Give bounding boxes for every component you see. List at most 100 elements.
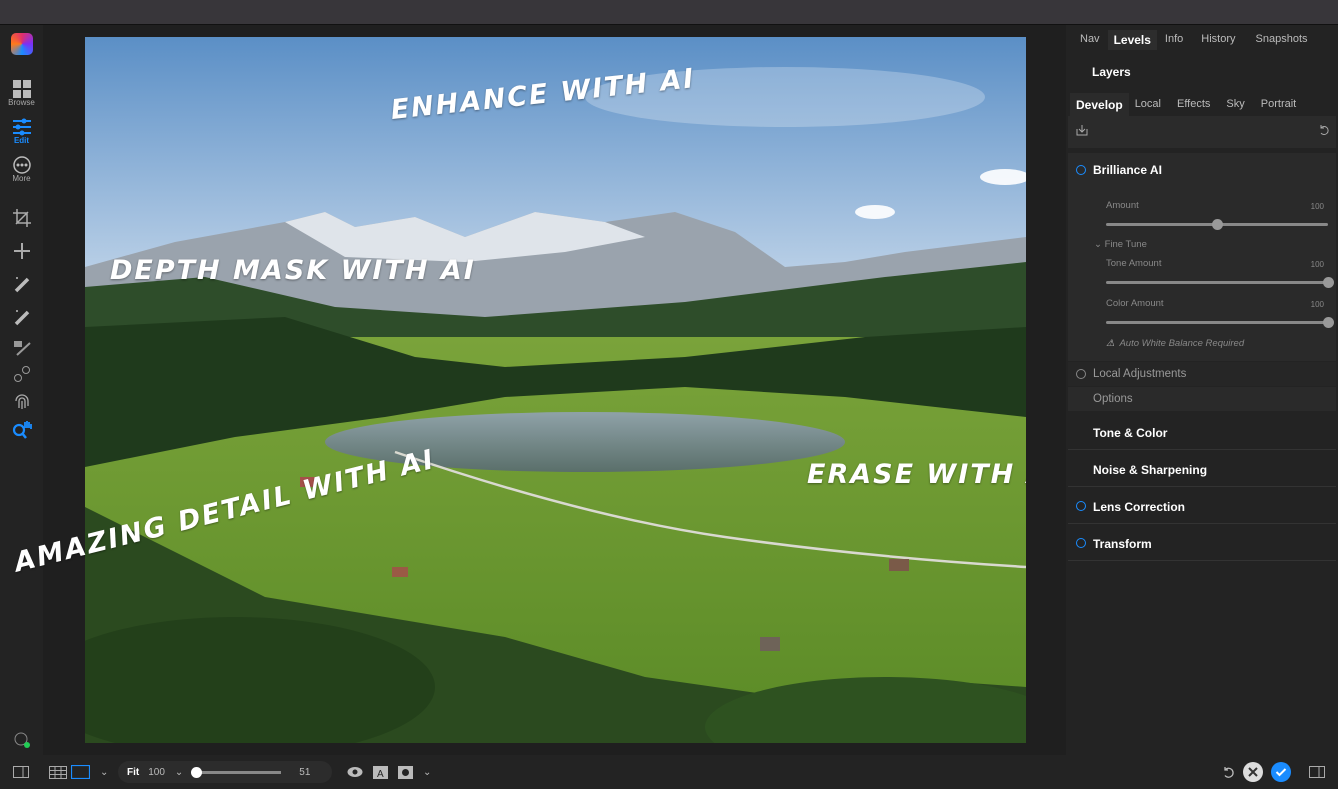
compare-a-icon[interactable]: A: [373, 765, 388, 779]
local-adjustments-row[interactable]: Local Adjustments: [1068, 362, 1336, 386]
apply-button[interactable]: [1271, 762, 1291, 782]
zoom-level[interactable]: 100: [148, 767, 165, 778]
view-dropdown-chevron-icon[interactable]: ⌄: [100, 767, 108, 778]
preview-eye-icon[interactable]: [347, 766, 363, 778]
crop-tool[interactable]: [0, 209, 43, 227]
extensions-status[interactable]: [0, 731, 43, 749]
right-panel: Nav Levels Info History Snapshots Layers…: [1066, 25, 1338, 755]
zoom-controls: Fit 100 ⌄ 51: [118, 761, 332, 783]
sidebar-item-label: More: [12, 174, 31, 183]
zoom-hand-icon: [12, 421, 32, 439]
zoom-hand-tool[interactable]: [0, 421, 43, 439]
fine-tune-label: Fine Tune: [1104, 239, 1147, 250]
fingerprint-icon: [14, 394, 29, 409]
panel-tabs: Nav Levels Info History Snapshots: [1074, 30, 1314, 50]
amount-value: 100: [1310, 202, 1324, 211]
section-title: Noise & Sharpening: [1093, 463, 1208, 477]
section-title: Tone & Color: [1093, 426, 1168, 440]
section-title: Lens Correction: [1093, 500, 1186, 514]
amount-slider[interactable]: [1106, 219, 1328, 230]
slider-knob[interactable]: [1212, 219, 1223, 230]
magic-wand-tool[interactable]: [0, 275, 43, 293]
section-noise-sharpening[interactable]: Noise & Sharpening: [1068, 451, 1336, 487]
landscape-photo: [85, 37, 1026, 743]
sidebar-item-browse[interactable]: Browse: [0, 80, 43, 107]
color-amount-slider[interactable]: [1106, 317, 1334, 328]
zoom-slider-value: 51: [299, 766, 311, 778]
fingerprint-tool[interactable]: [0, 392, 43, 410]
clone-tool[interactable]: [0, 365, 43, 383]
crop-icon: [12, 209, 31, 227]
toggle-left-panel-icon[interactable]: [13, 766, 29, 778]
bottom-toolbar: ⌄ Fit 100 ⌄ 51 A ⌄: [0, 755, 1338, 789]
cancel-button[interactable]: [1243, 762, 1263, 782]
magic-wand-icon: [14, 277, 29, 293]
app-logo: [0, 33, 43, 55]
amount-label: Amount: [1106, 200, 1139, 211]
tab-nav[interactable]: Nav: [1074, 30, 1106, 50]
single-view-icon[interactable]: [71, 765, 90, 779]
reset-icon[interactable]: [1318, 124, 1330, 136]
section-title: Transform: [1093, 537, 1152, 551]
section-tone-color[interactable]: Tone & Color: [1068, 414, 1336, 450]
save-preset-icon[interactable]: [1076, 124, 1088, 136]
undo-icon[interactable]: [1222, 766, 1235, 779]
slider-knob[interactable]: [1323, 317, 1334, 328]
tab-develop[interactable]: Develop: [1070, 93, 1129, 117]
mask-brush-tool[interactable]: [0, 339, 43, 357]
tone-amount-slider[interactable]: [1106, 277, 1334, 288]
left-sidebar: Browse Edit More: [0, 25, 43, 755]
fine-tune-toggle[interactable]: ⌄ Fine Tune: [1094, 239, 1147, 250]
radio-icon: [1076, 369, 1086, 379]
warning-icon: ⚠: [1106, 338, 1115, 349]
tab-levels[interactable]: Levels: [1107, 30, 1157, 50]
magic-wand-2-icon: [14, 310, 29, 326]
overlay-dropdown-chevron-icon[interactable]: ⌄: [423, 767, 431, 778]
section-transform[interactable]: Transform: [1068, 525, 1336, 561]
magic-wand-2-tool[interactable]: [0, 308, 43, 326]
slider-knob[interactable]: [191, 766, 203, 778]
grid-view-icon[interactable]: [49, 765, 67, 779]
sidebar-item-label: Edit: [13, 136, 30, 145]
browse-icon: [12, 80, 31, 98]
enable-toggle[interactable]: [1076, 501, 1086, 511]
title-bar: [0, 0, 1338, 25]
preset-toolbar: [1068, 116, 1336, 148]
toggle-right-panel-icon[interactable]: [1309, 766, 1325, 778]
annotation-depth-mask: DEPTH MASK WITH AI: [110, 255, 476, 286]
fit-button[interactable]: Fit: [127, 767, 139, 778]
tone-amount-value: 100: [1310, 260, 1324, 269]
brilliance-ai-section: Brilliance AI Amount 100 ⌄ Fine Tune Ton…: [1068, 153, 1336, 361]
tab-portrait[interactable]: Portrait: [1255, 93, 1302, 117]
tab-sky[interactable]: Sky: [1220, 93, 1250, 117]
tab-info[interactable]: Info: [1159, 30, 1189, 50]
clone-icon: [13, 366, 30, 382]
photo-canvas[interactable]: ENHANCE WITH AI DEPTH MASK WITH AI ERASE…: [85, 37, 1026, 743]
tab-snapshots[interactable]: Snapshots: [1250, 30, 1314, 50]
sidebar-item-label: Browse: [8, 98, 35, 107]
move-icon: [13, 243, 30, 259]
enable-toggle[interactable]: [1076, 538, 1086, 548]
tab-history[interactable]: History: [1195, 30, 1241, 50]
sidebar-item-edit[interactable]: Edit: [0, 118, 43, 145]
color-amount-value: 100: [1310, 300, 1324, 309]
mask-overlay-icon[interactable]: [398, 765, 413, 779]
options-row[interactable]: Options: [1068, 387, 1336, 411]
move-tool[interactable]: [0, 242, 43, 260]
section-lens-correction[interactable]: Lens Correction: [1068, 488, 1336, 524]
options-label: Options: [1093, 393, 1133, 405]
svg-text:A: A: [377, 769, 384, 779]
module-tabs: Develop Local Effects Sky Portrait: [1070, 93, 1302, 117]
section-title[interactable]: Brilliance AI: [1093, 163, 1162, 177]
zoom-slider[interactable]: [191, 766, 282, 778]
tab-local[interactable]: Local: [1129, 93, 1167, 117]
sidebar-item-more[interactable]: More: [0, 156, 43, 183]
enable-toggle[interactable]: [1076, 165, 1086, 175]
annotation-erase: ERASE WITH AI: [807, 459, 1026, 490]
slider-knob[interactable]: [1323, 277, 1334, 288]
layers-label[interactable]: Layers: [1092, 65, 1131, 79]
tab-effects[interactable]: Effects: [1171, 93, 1216, 117]
local-adjustments-label: Local Adjustments: [1093, 368, 1187, 380]
zoom-dropdown-chevron-icon[interactable]: ⌄: [175, 767, 183, 778]
mask-brush-icon: [13, 341, 31, 356]
